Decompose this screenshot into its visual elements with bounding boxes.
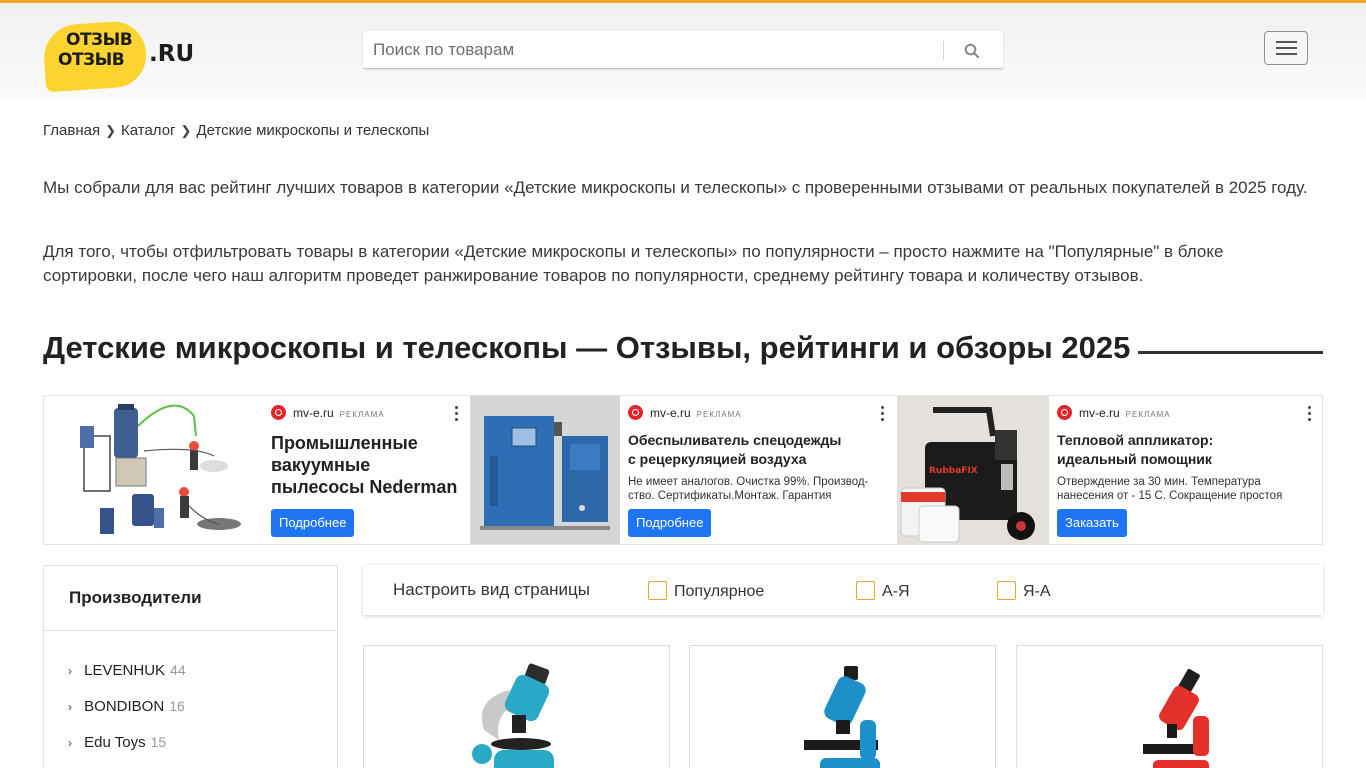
sort-label: Настроить вид страницы [393,580,590,599]
search-divider [943,41,944,60]
sort-option-popular[interactable]: Популярное [648,581,764,601]
intro-paragraph-2: Для того, чтобы отфильтровать товары в к… [43,242,1224,285]
breadcrumb-home[interactable]: Главная [43,122,100,139]
ad-more-button[interactable]: Подробнее [628,509,712,537]
brand-name: BONDIBON [84,698,165,715]
ad-mark: РЕКЛАМА [339,410,385,419]
ad-order-button[interactable]: Заказать [1057,509,1127,537]
sort-option-z-a[interactable]: Я-А [997,581,1051,601]
ad-text: Отверждение за 30 мин. Температура нанес… [1057,476,1283,502]
brand-count: 16 [169,698,185,714]
ad-domain: mv-e.ru [1079,406,1120,420]
brand-count: 15 [150,734,167,750]
product-card[interactable] [689,645,996,768]
mvideo-logo-icon [628,405,643,420]
brand-name: LEVENHUK [84,662,166,679]
hamburger-icon-bar [1276,53,1297,55]
breadcrumb: Главная ❯ Каталог ❯ Детские микроскопы и тел… [43,122,429,139]
chevron-right-icon: › [68,664,72,678]
ad-more-button[interactable]: Подробнее [271,509,355,537]
page-title: Детские микроскопы и телескопы — Отзывы,… [43,330,1131,365]
more-vertical-icon[interactable] [1307,406,1313,422]
sort-bar: Настроить вид страницы Популярное А-Я Я-… [363,565,1323,615]
ad-text: Не имеет аналогов. Очистка 99%. Производ… [628,476,869,502]
breadcrumb-catalog[interactable]: Каталог [121,122,176,139]
breadcrumb-current: Детские микроскопы и телескопы [196,122,430,139]
sort-option-label: А-Я [882,583,910,600]
brand-item-levenhuk[interactable]: › LEVENHUK 44 [68,662,186,679]
intro-paragraph-1: Мы собрали для вас рейтинг лучших товаро… [43,178,1308,197]
ad-image-dust-cabinet [470,396,620,544]
checkbox[interactable] [648,581,667,600]
product-image-microscope-red [1143,668,1209,768]
ad-image-vacuum [44,396,264,544]
ad-mark: РЕКЛАМА [1125,410,1171,419]
menu-button[interactable] [1264,31,1308,65]
ad-block: mv-e.ru РЕКЛАМА Промышленные вакуумные пы… [43,395,1323,545]
sidebar-divider [44,630,337,631]
ad-domain: mv-e.ru [293,406,334,420]
sort-option-label: Я-А [1023,583,1051,600]
more-vertical-icon[interactable] [454,406,460,422]
ad-source: mv-e.ru РЕКЛАМА [628,405,742,420]
chevron-right-icon: › [68,736,72,750]
ad-title: Тепловой аппликатор: идеальный помощник [1057,432,1214,467]
more-vertical-icon[interactable] [880,406,886,422]
chevron-right-icon: ❯ [105,123,116,138]
mvideo-logo-icon [271,405,286,420]
product-card[interactable] [1016,645,1323,768]
product-card[interactable] [363,645,670,768]
product-image-microscope-turquoise [472,663,554,768]
ad-title: Обеспыливатель спецодежды с рецеркуляцие… [628,432,842,467]
search-button[interactable] [953,36,993,64]
checkbox[interactable] [997,581,1016,600]
sort-option-a-z[interactable]: А-Я [856,581,910,601]
ad-image-applicator: RubbaFIX [897,396,1049,544]
hamburger-icon-bar [1276,47,1297,49]
sort-option-label: Популярное [674,583,765,600]
ad-image-text: RubbaFIX [929,466,978,476]
brand-item-edu-toys[interactable]: › Edu Toys 15 [68,734,166,751]
ad-mark: РЕКЛАМА [696,410,742,419]
brand-name: Edu Toys [84,734,146,751]
title-underline [1138,351,1323,354]
product-image-microscope-blue [804,666,880,768]
logo-text-line2: ОТЗЫВ [58,50,125,70]
hamburger-icon-bar [1276,41,1297,43]
manufacturers-sidebar: Производители › LEVENHUK 44 › BONDIBON 16 … [43,565,338,768]
search-input[interactable] [363,31,941,68]
ad-card-3[interactable]: RubbaFIX mv-e.ru РЕКЛАМА Тепловой апплика… [897,396,1323,544]
logo-domain: .RU [149,41,195,67]
ad-card-2[interactable]: mv-e.ru РЕКЛАМА Обеспыливатель спецодежды… [470,396,897,544]
chevron-right-icon: › [68,700,72,714]
mvideo-logo-icon [1057,405,1072,420]
ad-source: mv-e.ru РЕКЛАМА [271,405,385,420]
ad-title: Промышленные вакуумные пылесосы Nederman [271,433,458,497]
chevron-right-icon: ❯ [180,123,192,138]
brand-count: 44 [170,662,186,678]
logo-text-line1: ОТЗЫВ [66,30,133,50]
brand-item-bondibon[interactable]: › BONDIBON 16 [68,698,185,715]
checkbox[interactable] [856,581,875,600]
site-logo[interactable]: ОТЗЫВ ОТЗЫВ .RU [41,19,195,93]
search-icon [964,43,980,59]
sidebar-title: Производители [69,588,202,607]
search-box [363,31,1003,69]
site-header: ОТЗЫВ ОТЗЫВ .RU [0,3,1366,100]
ad-card-1[interactable]: mv-e.ru РЕКЛАМА Промышленные вакуумные пы… [44,396,470,544]
ad-source: mv-e.ru РЕКЛАМА [1057,405,1171,420]
ad-domain: mv-e.ru [650,406,691,420]
